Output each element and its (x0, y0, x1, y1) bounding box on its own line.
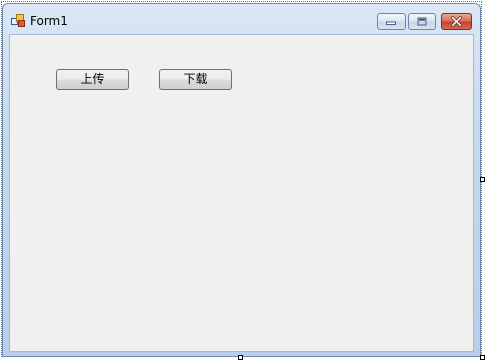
maximize-icon (417, 17, 427, 26)
upload-button[interactable]: 上传 (56, 69, 129, 90)
window-title: Form1 (30, 14, 68, 28)
resize-handle-bottom-right[interactable] (480, 355, 485, 360)
download-button[interactable]: 下载 (159, 69, 232, 90)
form-window[interactable]: Form1 上传 下载 (2, 3, 481, 357)
minimize-icon (386, 21, 396, 26)
minimize-button[interactable] (377, 13, 406, 30)
form-app-icon (11, 14, 25, 27)
title-bar[interactable]: Form1 (3, 4, 480, 34)
resize-handle-bottom[interactable] (238, 355, 243, 360)
form-client-area: 上传 下载 (9, 34, 474, 352)
maximize-button[interactable] (408, 13, 436, 30)
resize-handle-right[interactable] (480, 177, 485, 182)
form-designer-surface: Form1 上传 下载 (0, 0, 503, 364)
close-button[interactable] (441, 13, 472, 30)
close-icon (451, 16, 462, 27)
